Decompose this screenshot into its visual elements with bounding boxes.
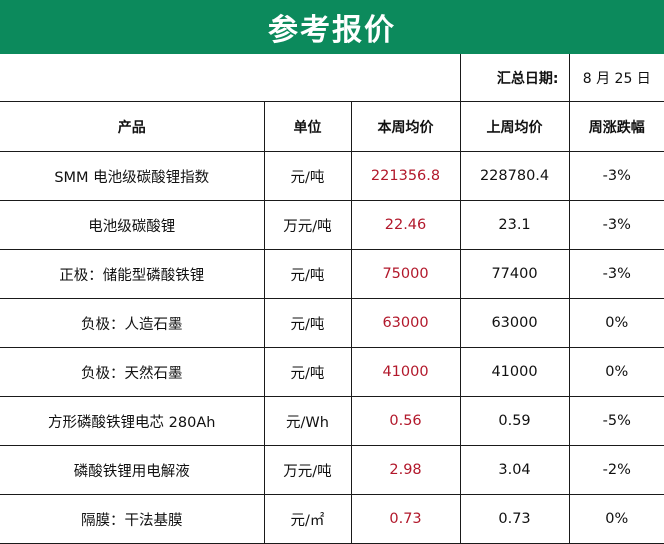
table-row: 方形磷酸铁锂电芯 280Ah 元/Wh 0.56 0.59 -5% bbox=[0, 396, 664, 446]
cell-unit: 元/吨 bbox=[263, 249, 352, 299]
cell-last-week: 0.73 bbox=[459, 494, 570, 544]
cell-last-week: 77400 bbox=[459, 249, 570, 299]
cell-this-week: 63000 bbox=[350, 298, 461, 348]
cell-product: 隔膜：干法基膜 bbox=[0, 494, 265, 544]
cell-product: 负极：天然石墨 bbox=[0, 347, 265, 397]
table-row: 电池级碳酸锂 万元/吨 22.46 23.1 -3% bbox=[0, 200, 664, 250]
cell-this-week: 22.46 bbox=[350, 200, 461, 250]
cell-product: 负极：人造石墨 bbox=[0, 298, 265, 348]
cell-product: 磷酸铁锂用电解液 bbox=[0, 445, 265, 495]
cell-this-week: 221356.8 bbox=[350, 151, 461, 201]
cell-unit: 元/Wh bbox=[263, 396, 352, 446]
cell-product: 方形磷酸铁锂电芯 280Ah bbox=[0, 396, 265, 446]
cell-this-week: 2.98 bbox=[350, 445, 461, 495]
cell-change: -3% bbox=[568, 200, 664, 250]
price-table: 汇总日期: 8 月 25 日 产品 单位 本周均价 上周均价 周涨跌幅 SMM … bbox=[0, 54, 664, 544]
table-header-row: 产品 单位 本周均价 上周均价 周涨跌幅 bbox=[0, 101, 664, 152]
cell-unit: 元/吨 bbox=[263, 298, 352, 348]
header-change: 周涨跌幅 bbox=[568, 101, 664, 152]
summary-date-value: 8 月 25 日 bbox=[568, 54, 664, 102]
header-last-week: 上周均价 bbox=[459, 101, 570, 152]
cell-product: SMM 电池级碳酸锂指数 bbox=[0, 151, 265, 201]
cell-change: -2% bbox=[568, 445, 664, 495]
header-this-week: 本周均价 bbox=[350, 101, 461, 152]
cell-last-week: 23.1 bbox=[459, 200, 570, 250]
cell-this-week: 41000 bbox=[350, 347, 461, 397]
cell-this-week: 0.73 bbox=[350, 494, 461, 544]
header-unit: 单位 bbox=[263, 101, 352, 152]
cell-change: 0% bbox=[568, 347, 664, 397]
cell-last-week: 3.04 bbox=[459, 445, 570, 495]
cell-unit: 元/吨 bbox=[263, 347, 352, 397]
cell-this-week: 0.56 bbox=[350, 396, 461, 446]
page-title: 参考报价 bbox=[0, 0, 664, 54]
cell-change: 0% bbox=[568, 494, 664, 544]
cell-product: 电池级碳酸锂 bbox=[0, 200, 265, 250]
cell-last-week: 228780.4 bbox=[459, 151, 570, 201]
table-row: 正极：储能型磷酸铁锂 元/吨 75000 77400 -3% bbox=[0, 249, 664, 299]
summary-blank bbox=[0, 54, 461, 102]
summary-date-row: 汇总日期: 8 月 25 日 bbox=[0, 54, 664, 102]
table-row: 磷酸铁锂用电解液 万元/吨 2.98 3.04 -2% bbox=[0, 445, 664, 495]
cell-last-week: 41000 bbox=[459, 347, 570, 397]
table-row: SMM 电池级碳酸锂指数 元/吨 221356.8 228780.4 -3% bbox=[0, 151, 664, 201]
cell-last-week: 63000 bbox=[459, 298, 570, 348]
cell-unit: 万元/吨 bbox=[263, 445, 352, 495]
header-product: 产品 bbox=[0, 101, 265, 152]
cell-unit: 万元/吨 bbox=[263, 200, 352, 250]
cell-unit: 元/㎡ bbox=[263, 494, 352, 544]
cell-change: -3% bbox=[568, 249, 664, 299]
table-row: 负极：人造石墨 元/吨 63000 63000 0% bbox=[0, 298, 664, 348]
cell-unit: 元/吨 bbox=[263, 151, 352, 201]
summary-date-label: 汇总日期: bbox=[459, 54, 570, 102]
cell-change: -3% bbox=[568, 151, 664, 201]
table-row: 负极：天然石墨 元/吨 41000 41000 0% bbox=[0, 347, 664, 397]
cell-this-week: 75000 bbox=[350, 249, 461, 299]
cell-last-week: 0.59 bbox=[459, 396, 570, 446]
cell-change: -5% bbox=[568, 396, 664, 446]
table-row: 隔膜：干法基膜 元/㎡ 0.73 0.73 0% bbox=[0, 494, 664, 544]
cell-product: 正极：储能型磷酸铁锂 bbox=[0, 249, 265, 299]
cell-change: 0% bbox=[568, 298, 664, 348]
